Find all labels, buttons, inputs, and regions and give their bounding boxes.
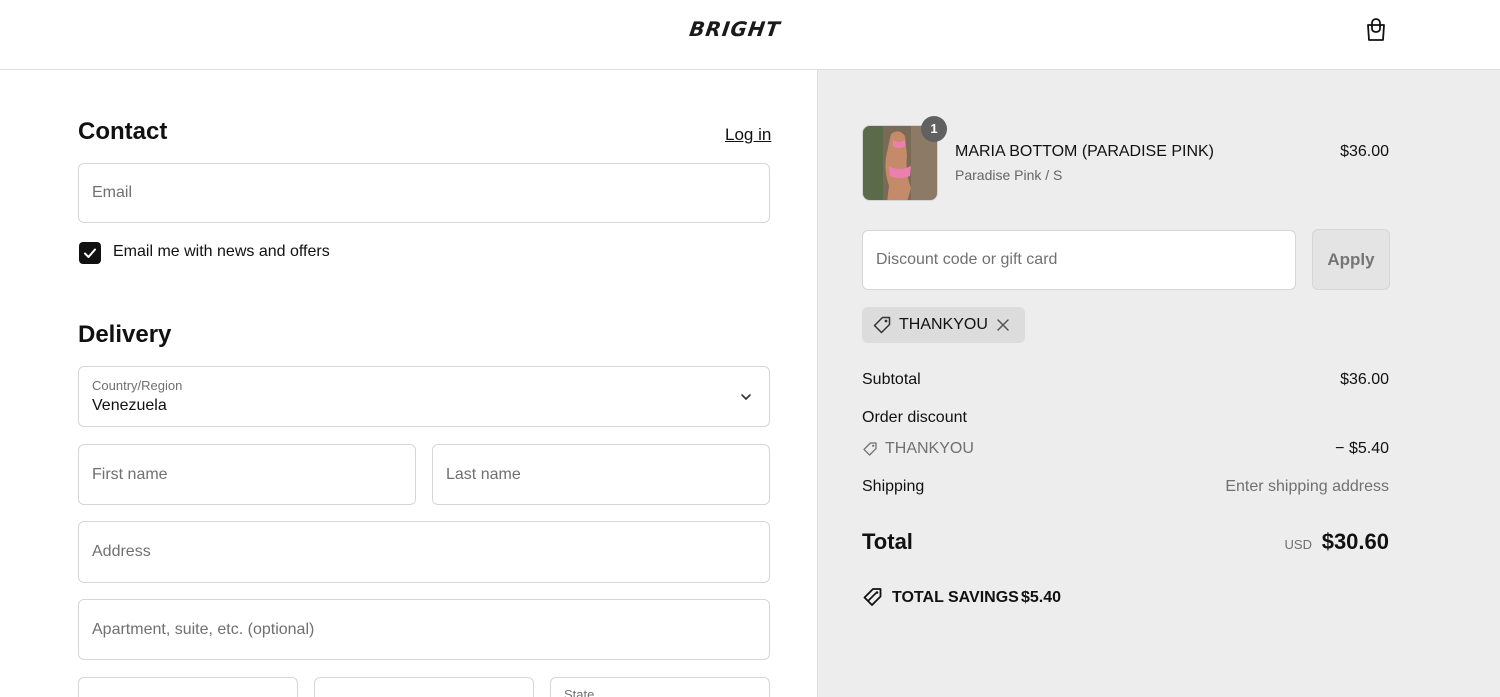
email-field[interactable]: Email bbox=[78, 163, 770, 223]
order-summary: 1 MARIA BOTTOM (PARADISE PINK) Paradise … bbox=[817, 70, 1500, 697]
city-field[interactable] bbox=[78, 677, 298, 697]
shopping-bag-icon[interactable] bbox=[1362, 16, 1390, 44]
postal-code-field[interactable] bbox=[314, 677, 534, 697]
last-name-field[interactable]: Last name bbox=[432, 444, 770, 505]
first-name-placeholder: First name bbox=[92, 465, 168, 483]
checkout-form: Contact Log in Email Email me with news … bbox=[0, 70, 817, 697]
applied-discount-chip: THANKYOU bbox=[862, 307, 1025, 343]
apply-discount-button[interactable]: Apply bbox=[1312, 229, 1390, 290]
newsletter-checkbox[interactable] bbox=[79, 242, 101, 264]
subtotal-label: Subtotal bbox=[862, 371, 921, 388]
product-variant: Paradise Pink / S bbox=[955, 167, 1063, 183]
address-field[interactable]: Address bbox=[78, 521, 770, 583]
total-currency: USD bbox=[1284, 537, 1312, 552]
discount-tag-icon bbox=[863, 442, 877, 456]
savings-value: $5.40 bbox=[1021, 589, 1062, 606]
site-header: BRIGHT bbox=[0, 0, 1500, 70]
quantity-badge: 1 bbox=[921, 116, 947, 142]
last-name-placeholder: Last name bbox=[446, 465, 521, 483]
delivery-heading: Delivery bbox=[78, 321, 172, 348]
discount-code-label: THANKYOU bbox=[885, 440, 974, 457]
discount-value: − $5.40 bbox=[1335, 440, 1389, 457]
country-select[interactable]: Country/Region Venezuela bbox=[78, 366, 770, 427]
contact-heading: Contact bbox=[78, 118, 168, 145]
apartment-field[interactable]: Apartment, suite, etc. (optional) bbox=[78, 599, 770, 660]
country-value: Venezuela bbox=[92, 397, 167, 414]
discount-placeholder: Discount code or gift card bbox=[876, 251, 1058, 268]
discount-code-input[interactable]: Discount code or gift card bbox=[862, 230, 1296, 290]
applied-code-text: THANKYOU bbox=[899, 316, 988, 333]
login-link[interactable]: Log in bbox=[725, 125, 771, 145]
country-label: Country/Region bbox=[92, 378, 183, 393]
tag-icon bbox=[873, 316, 891, 334]
email-placeholder: Email bbox=[92, 184, 133, 201]
chevron-down-icon bbox=[741, 393, 751, 400]
newsletter-label: Email me with news and offers bbox=[113, 243, 330, 260]
state-select[interactable]: State bbox=[550, 677, 770, 697]
total-label: Total bbox=[862, 529, 913, 554]
product-name: MARIA BOTTOM (PARADISE PINK) bbox=[955, 143, 1214, 160]
state-label: State bbox=[564, 687, 595, 697]
subtotal-value: $36.00 bbox=[1340, 371, 1389, 388]
savings-label: TOTAL SAVINGS bbox=[892, 589, 1019, 606]
remove-discount-icon[interactable] bbox=[995, 317, 1011, 333]
brand-logo[interactable]: BRIGHT bbox=[0, 17, 1472, 41]
address-placeholder: Address bbox=[92, 543, 151, 560]
checkmark-icon bbox=[84, 248, 96, 258]
product-price: $36.00 bbox=[1340, 143, 1389, 160]
apartment-placeholder: Apartment, suite, etc. (optional) bbox=[92, 620, 315, 638]
shipping-label: Shipping bbox=[862, 478, 925, 495]
first-name-field[interactable]: First name bbox=[78, 444, 416, 505]
savings-tag-icon bbox=[863, 588, 882, 606]
total-value: $30.60 bbox=[1321, 529, 1389, 554]
order-discount-label: Order discount bbox=[862, 409, 967, 426]
shipping-value: Enter shipping address bbox=[1225, 478, 1389, 495]
